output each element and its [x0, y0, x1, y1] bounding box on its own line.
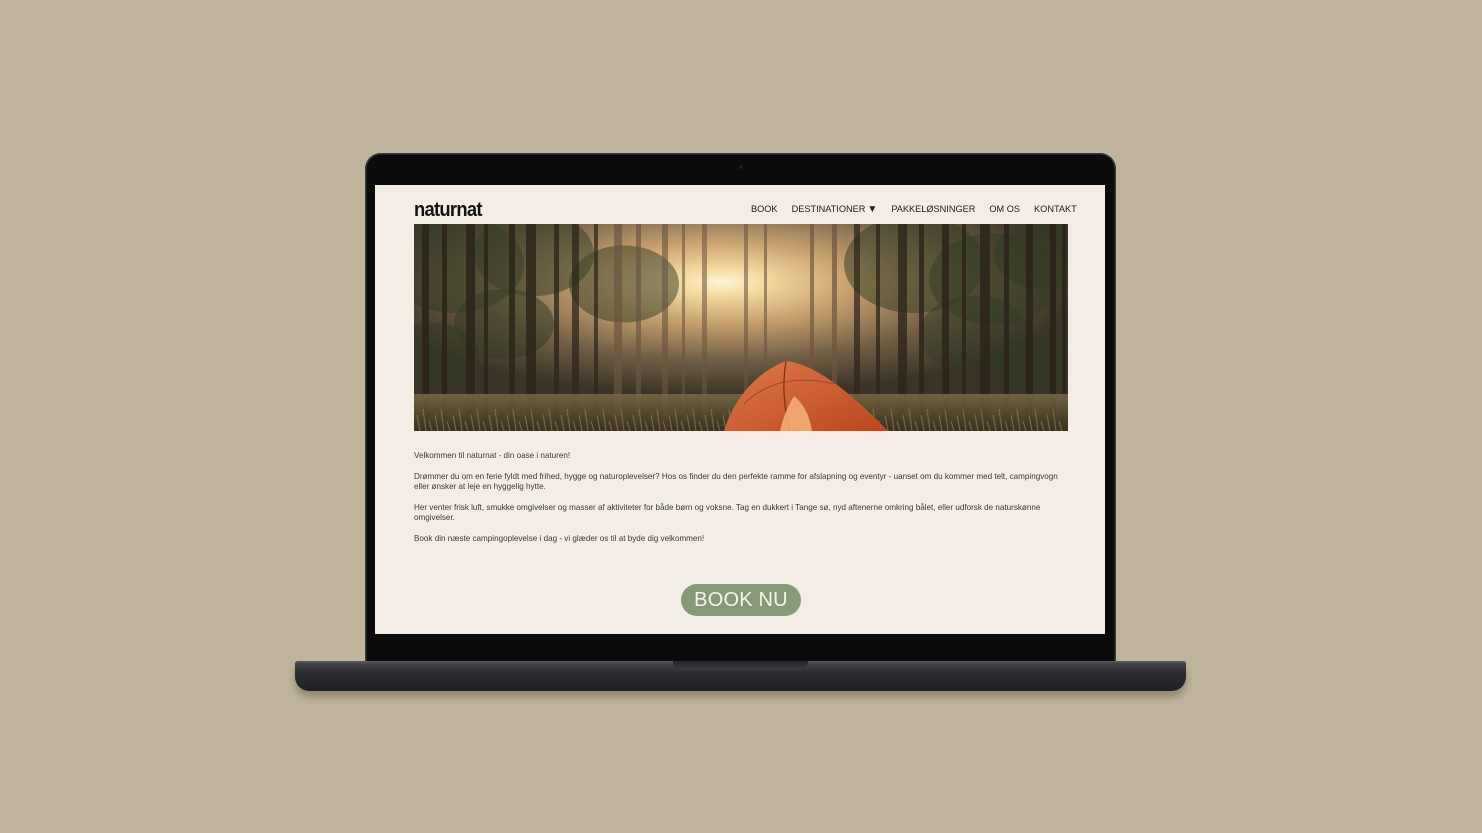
nav-kontakt[interactable]: KONTAKT: [1034, 204, 1077, 215]
caret-down-icon: ▼: [867, 204, 878, 215]
book-now-button[interactable]: BOOK NU: [681, 584, 801, 616]
camera-icon: [739, 165, 743, 169]
main-nav: BOOK DESTINATIONER ▼ PAKKELØSNINGER OM OS…: [751, 204, 1077, 215]
laptop-notch: [673, 661, 808, 670]
laptop-screen: naturnat BOOK DESTINATIONER ▼ PAKKELØSNIN…: [375, 185, 1105, 634]
nav-destinationer[interactable]: DESTINATIONER ▼: [792, 204, 878, 215]
site-logo[interactable]: naturnat: [414, 199, 482, 222]
nav-pakkeloesninger[interactable]: PAKKELØSNINGER: [891, 204, 975, 215]
laptop-lid: naturnat BOOK DESTINATIONER ▼ PAKKELØSNIN…: [365, 153, 1116, 665]
nav-book[interactable]: BOOK: [751, 204, 778, 215]
welcome-heading: Velkommen til naturnat - din oase i natu…: [414, 451, 571, 460]
laptop-base: [295, 661, 1186, 691]
paragraph-1: Drømmer du om en ferie fyldt med frihed,…: [414, 471, 1058, 492]
nav-om-os[interactable]: OM OS: [989, 204, 1020, 215]
welcome-text: Velkommen til naturnat - din oase i natu…: [414, 451, 1074, 555]
forest-tent-sunrise-image: [414, 224, 1068, 431]
nav-destinationer-label: DESTINATIONER: [791, 204, 866, 214]
paragraph-3: Book din næste campingoplevelse i dag - …: [414, 533, 705, 543]
hero-image: [414, 224, 1068, 431]
paragraph-2: Her venter frisk luft, smukke omgivelser…: [414, 502, 1041, 523]
